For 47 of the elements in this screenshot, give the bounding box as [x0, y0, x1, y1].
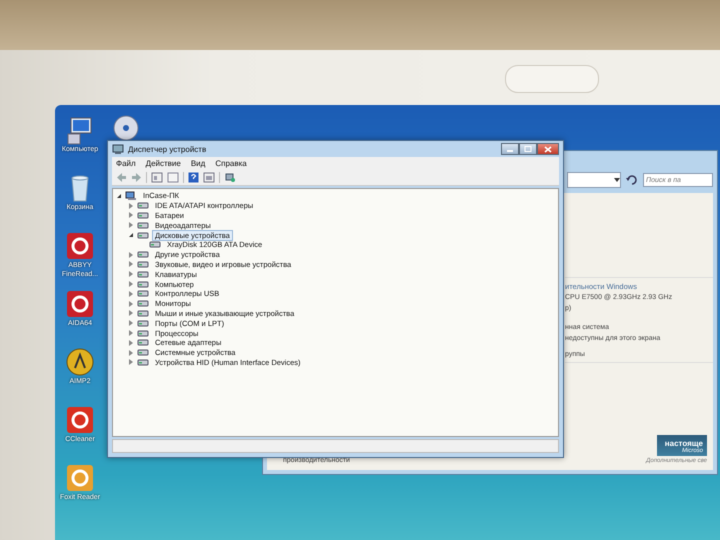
device-icon — [137, 358, 149, 367]
computer-icon — [125, 190, 137, 201]
device-icon — [137, 299, 149, 308]
menu-item[interactable]: Файл — [116, 159, 136, 168]
app-shortcut-icon[interactable] — [65, 231, 95, 261]
device-icon — [149, 240, 161, 250]
device-icon — [137, 220, 149, 230]
address-field[interactable] — [567, 172, 621, 188]
refresh-icon[interactable] — [625, 173, 639, 187]
device-icon — [137, 289, 149, 298]
close-button[interactable] — [537, 143, 559, 155]
device-manager-icon — [112, 143, 124, 155]
scan-hardware-icon[interactable] — [224, 172, 236, 183]
window-view-icon[interactable] — [151, 172, 163, 183]
device-icon — [137, 338, 149, 348]
forward-arrow-icon[interactable] — [131, 172, 142, 183]
dropdown-caret-icon[interactable] — [614, 178, 620, 182]
help-icon[interactable] — [188, 172, 199, 183]
expand-arrow-icon[interactable] — [117, 194, 121, 198]
device-icon — [137, 250, 149, 260]
device-icon — [137, 348, 149, 358]
app-shortcut-icon[interactable] — [65, 289, 95, 319]
window-title: Диспетчер устройств — [128, 144, 208, 154]
expand-arrow-icon[interactable] — [129, 233, 133, 238]
device-icon — [137, 270, 149, 279]
app-shortcut-icon[interactable] — [65, 405, 95, 435]
menu-item[interactable]: Справка — [215, 159, 247, 168]
device-icon — [137, 318, 149, 328]
device-icon — [137, 230, 149, 240]
properties-icon[interactable] — [167, 172, 179, 183]
device-icon — [137, 210, 149, 220]
device-icon — [137, 201, 149, 210]
device-icon — [137, 260, 149, 269]
minimize-button[interactable] — [501, 143, 519, 155]
back-arrow-icon[interactable] — [116, 172, 127, 183]
disc-icon[interactable] — [113, 115, 139, 141]
app-shortcut-icon[interactable] — [65, 463, 95, 493]
device-icon — [137, 280, 149, 289]
device-icon — [137, 308, 149, 318]
close-icon — [544, 146, 552, 152]
menu-item[interactable]: Вид — [190, 159, 206, 168]
window-view-icon[interactable] — [203, 172, 215, 183]
maximize-button[interactable] — [519, 143, 537, 155]
maximize-icon — [524, 146, 532, 152]
app-shortcut-icon[interactable] — [65, 347, 95, 377]
menu-item[interactable]: Действие — [146, 159, 181, 168]
device-icon — [137, 328, 149, 338]
